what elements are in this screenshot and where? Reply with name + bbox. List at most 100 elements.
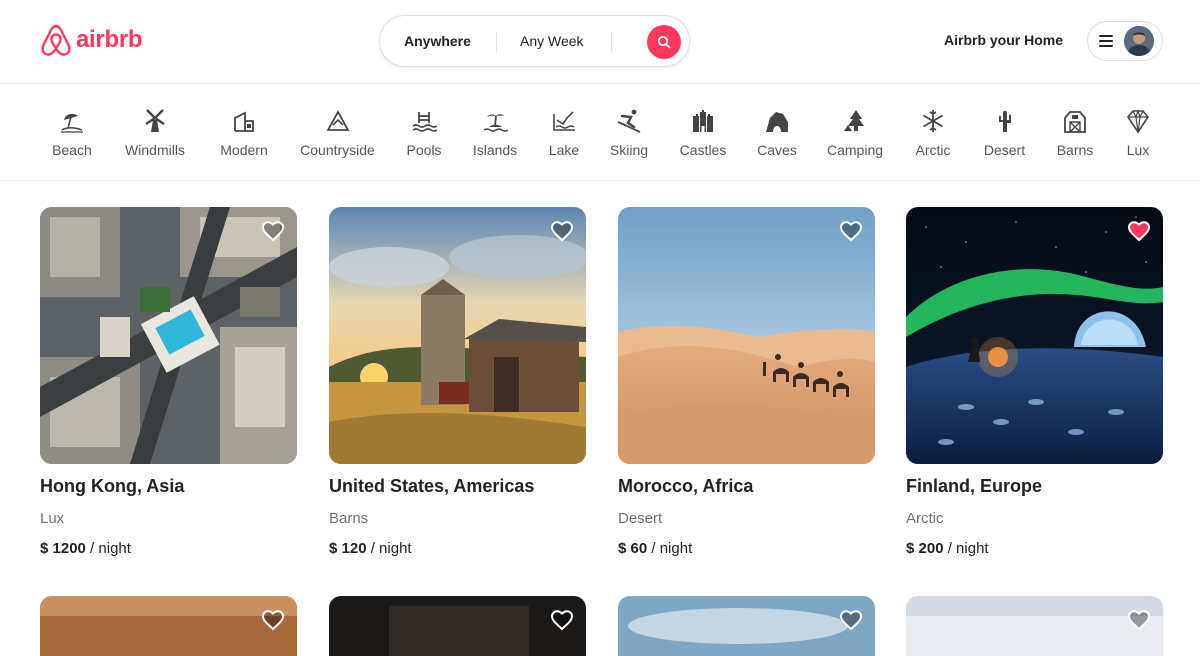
host-your-home-link[interactable]: Airbrb your Home xyxy=(944,32,1063,48)
price-amount: $ 1200 xyxy=(40,540,86,557)
favorite-heart-icon[interactable] xyxy=(839,219,863,243)
listing-photo-image xyxy=(40,596,297,656)
category-skiing[interactable]: Skiing xyxy=(609,108,649,158)
listing-price: $ 200 / night xyxy=(906,540,1163,557)
search-divider xyxy=(496,32,497,52)
price-amount: $ 60 xyxy=(618,540,648,557)
location-filter[interactable]: Anywhere xyxy=(404,33,471,49)
windmill-icon xyxy=(145,109,165,132)
favorite-heart-icon[interactable] xyxy=(550,608,574,632)
listing-photo-image xyxy=(618,596,875,656)
favorite-heart-icon[interactable] xyxy=(1127,608,1151,632)
category-desert[interactable]: Desert xyxy=(982,108,1027,158)
listing-price: $ 120 / night xyxy=(329,540,586,557)
listing-card[interactable]: United States, Americas Barns $ 120 / ni… xyxy=(329,207,586,557)
camping-icon xyxy=(844,110,864,131)
airbrb-logo[interactable]: airbrb xyxy=(40,22,143,58)
price-unit: / night xyxy=(85,540,131,557)
cave-icon xyxy=(766,112,788,132)
listing-title: Morocco, Africa xyxy=(618,476,754,496)
listing-photo[interactable] xyxy=(618,207,875,464)
date-filter[interactable]: Any Week xyxy=(520,33,584,49)
search-divider xyxy=(611,32,612,52)
aurora-igloo-photo xyxy=(906,207,1163,464)
snowflake-icon xyxy=(923,110,943,132)
price-unit: / night xyxy=(647,540,693,557)
listing-photo[interactable] xyxy=(329,596,586,656)
favorite-heart-icon[interactable] xyxy=(261,219,285,243)
category-lux[interactable]: Lux xyxy=(1123,108,1153,158)
category-barns[interactable]: Barns xyxy=(1056,108,1094,158)
category-label: Pools xyxy=(406,142,442,158)
search-icon xyxy=(657,35,671,49)
category-label: Barns xyxy=(1056,142,1094,158)
category-label: Desert xyxy=(983,142,1026,158)
category-label: Modern xyxy=(220,142,268,158)
desert-photo xyxy=(618,207,875,464)
category-bar: Beach Windmills Modern Countryside Pools… xyxy=(0,84,1200,181)
favorite-heart-icon[interactable] xyxy=(839,608,863,632)
price-amount: $ 120 xyxy=(329,540,367,557)
listing-category: Barns xyxy=(329,510,369,527)
favorite-heart-icon[interactable] xyxy=(1127,219,1151,243)
listing-price: $ 1200 / night xyxy=(40,540,297,557)
favorite-heart-icon[interactable] xyxy=(261,608,285,632)
listing-photo[interactable] xyxy=(329,207,586,464)
city-aerial-photo xyxy=(40,207,297,464)
category-caves[interactable]: Caves xyxy=(757,108,797,158)
category-label: Arctic xyxy=(915,142,951,158)
cactus-icon xyxy=(998,110,1011,132)
brand-name: airbrb xyxy=(76,26,143,53)
listing-category: Arctic xyxy=(906,510,944,527)
beach-icon xyxy=(61,113,83,133)
category-windmills[interactable]: Windmills xyxy=(122,108,188,158)
listing-category: Lux xyxy=(40,510,65,527)
barn-icon xyxy=(1064,111,1086,133)
listing-photo[interactable] xyxy=(40,207,297,464)
search-bar[interactable]: Anywhere Any Week xyxy=(379,15,690,67)
listing-photo-image xyxy=(329,596,586,656)
price-unit: / night xyxy=(943,540,989,557)
skiing-icon xyxy=(617,109,641,133)
listing-photo-image xyxy=(906,596,1163,656)
listing-title: United States, Americas xyxy=(329,476,535,496)
diamond-icon xyxy=(1127,109,1149,134)
listing-card[interactable]: Hong Kong, Asia Lux $ 1200 / night xyxy=(40,207,297,557)
category-label: Skiing xyxy=(609,142,649,158)
category-camping[interactable]: Camping xyxy=(826,108,884,158)
category-label: Lake xyxy=(548,142,580,158)
category-label: Beach xyxy=(52,142,92,158)
countryside-icon xyxy=(325,110,350,131)
listing-card[interactable]: Morocco, Africa Desert $ 60 / night xyxy=(618,207,875,557)
category-label: Islands xyxy=(472,142,518,158)
airbrb-logo-icon xyxy=(41,24,71,56)
listing-title: Finland, Europe xyxy=(906,476,1043,496)
listing-card[interactable]: Finland, Europe Arctic $ 200 / night xyxy=(906,207,1163,557)
category-beach[interactable]: Beach xyxy=(52,108,92,158)
listing-title: Hong Kong, Asia xyxy=(40,476,185,496)
favorite-heart-icon[interactable] xyxy=(550,219,574,243)
listing-photo[interactable] xyxy=(40,596,297,656)
listing-photo[interactable] xyxy=(906,207,1163,464)
hamburger-menu-icon xyxy=(1099,35,1113,50)
listing-photo[interactable] xyxy=(906,596,1163,656)
user-menu-button[interactable] xyxy=(1087,21,1163,61)
category-label: Caves xyxy=(757,142,797,158)
category-countryside[interactable]: Countryside xyxy=(299,108,376,158)
category-castles[interactable]: Castles xyxy=(679,108,727,158)
category-arctic[interactable]: Arctic xyxy=(913,108,953,158)
avatar xyxy=(1124,26,1154,56)
category-label: Windmills xyxy=(125,142,185,158)
listing-category: Desert xyxy=(618,510,663,527)
top-nav: airbrb Anywhere Any Week Airbrb your Hom… xyxy=(0,0,1200,84)
search-button[interactable] xyxy=(647,25,681,59)
island-icon xyxy=(483,114,508,132)
category-modern[interactable]: Modern xyxy=(219,108,269,158)
listing-photo[interactable] xyxy=(618,596,875,656)
category-islands[interactable]: Islands xyxy=(472,108,518,158)
price-amount: $ 200 xyxy=(906,540,944,557)
listing-price: $ 60 / night xyxy=(618,540,875,557)
category-lake[interactable]: Lake xyxy=(548,108,580,158)
pool-icon xyxy=(412,112,437,132)
category-pools[interactable]: Pools xyxy=(405,108,443,158)
